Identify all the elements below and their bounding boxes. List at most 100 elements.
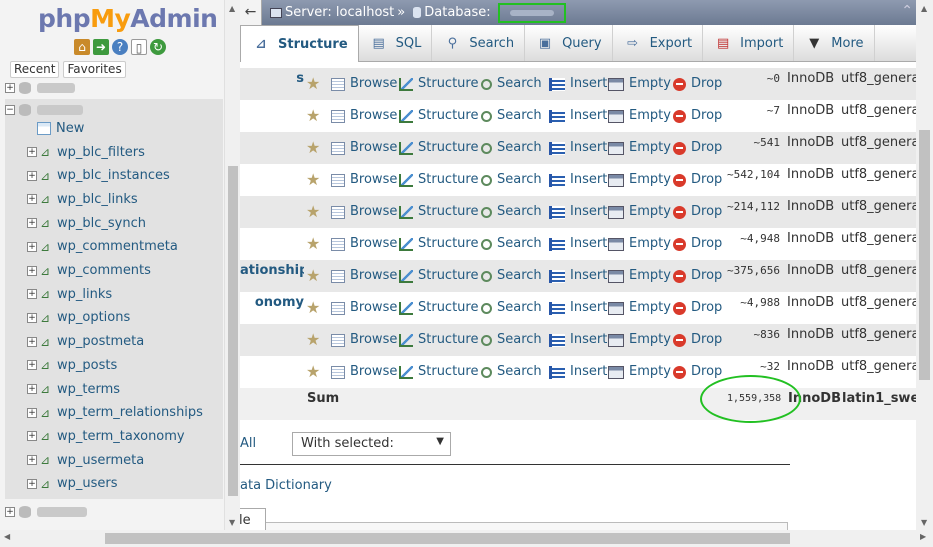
expand-icon[interactable]: +: [5, 83, 15, 93]
insert-action[interactable]: Insert: [549, 324, 607, 356]
table-name-link[interactable]: s: [240, 68, 304, 100]
tab-more[interactable]: ▼ More: [794, 25, 875, 61]
table-structure-icon[interactable]: ⊿: [38, 169, 52, 183]
favorite-star-icon[interactable]: ★: [306, 100, 320, 132]
table-structure-icon[interactable]: ⊿: [38, 192, 52, 206]
insert-action[interactable]: Insert: [549, 164, 607, 196]
search-action[interactable]: Search: [481, 196, 542, 228]
structure-action[interactable]: Structure: [399, 100, 478, 132]
browse-action[interactable]: Browse: [331, 356, 397, 388]
expand-icon[interactable]: +: [27, 336, 37, 347]
table-structure-icon[interactable]: ⊿: [38, 382, 52, 396]
table-structure-icon[interactable]: ⊿: [38, 477, 52, 491]
table-structure-icon[interactable]: ⊿: [38, 216, 52, 230]
search-action[interactable]: Search: [481, 228, 542, 260]
insert-action[interactable]: Insert: [549, 228, 607, 260]
expand-icon[interactable]: +: [27, 384, 37, 394]
scroll-thumb[interactable]: [105, 533, 790, 544]
structure-action[interactable]: Structure: [399, 196, 478, 228]
with-selected-dropdown[interactable]: With selected: ▼: [292, 432, 451, 456]
favorite-star-icon[interactable]: ★: [306, 68, 320, 100]
empty-action[interactable]: Empty: [608, 132, 671, 164]
table-name-link[interactable]: [240, 196, 304, 228]
tab-query[interactable]: ▣ Query: [525, 25, 613, 61]
scroll-up-icon[interactable]: ▲: [921, 4, 927, 13]
browse-action[interactable]: Browse: [331, 100, 397, 132]
empty-action[interactable]: Empty: [608, 260, 671, 292]
tree-table-item[interactable]: + ⊿ wp_blc_instances: [5, 165, 223, 187]
table-structure-icon[interactable]: ⊿: [38, 429, 52, 443]
browse-action[interactable]: Browse: [331, 196, 397, 228]
empty-action[interactable]: Empty: [608, 356, 671, 388]
expand-icon[interactable]: +: [5, 507, 15, 517]
phpmyadmin-logo[interactable]: phpMyAdmin: [38, 4, 218, 33]
insert-action[interactable]: Insert: [549, 196, 607, 228]
favorite-star-icon[interactable]: ★: [306, 228, 320, 260]
table-structure-icon[interactable]: ⊿: [38, 264, 52, 278]
expand-icon[interactable]: +: [27, 170, 37, 181]
tree-table-item[interactable]: + ⊿ wp_blc_links: [5, 188, 223, 210]
table-structure-icon[interactable]: ⊿: [38, 358, 52, 372]
table-name-link[interactable]: [240, 100, 304, 132]
structure-action[interactable]: Structure: [399, 164, 478, 196]
browse-action[interactable]: Browse: [331, 164, 397, 196]
search-action[interactable]: Search: [481, 132, 542, 164]
empty-action[interactable]: Empty: [608, 324, 671, 356]
insert-action[interactable]: Insert: [549, 132, 607, 164]
drop-action[interactable]: Drop: [673, 196, 722, 228]
expand-icon[interactable]: +: [27, 478, 37, 489]
table-name-link[interactable]: [240, 132, 304, 164]
insert-action[interactable]: Insert: [549, 356, 607, 388]
scroll-thumb[interactable]: [919, 130, 930, 380]
favorite-star-icon[interactable]: ★: [306, 196, 320, 228]
table-structure-icon[interactable]: ⊿: [38, 240, 52, 254]
empty-action[interactable]: Empty: [608, 228, 671, 260]
home-icon[interactable]: ⌂: [74, 39, 90, 55]
tree-table-item[interactable]: + ⊿ wp_term_taxonomy: [5, 425, 223, 447]
drop-action[interactable]: Drop: [673, 260, 722, 292]
tree-table-item[interactable]: + ⊿ wp_posts: [5, 354, 223, 376]
empty-action[interactable]: Empty: [608, 100, 671, 132]
table-name-link[interactable]: onomy: [240, 292, 304, 324]
tab-import[interactable]: ▤ Import: [703, 25, 795, 61]
search-action[interactable]: Search: [481, 100, 542, 132]
tab-search[interactable]: ⚲ Search: [432, 25, 526, 61]
tree-table-item[interactable]: + ⊿ wp_commentmeta: [5, 236, 223, 258]
scroll-right-icon[interactable]: ▶: [920, 532, 926, 541]
tab-structure[interactable]: ⊿ Structure: [240, 25, 359, 62]
back-arrow-icon[interactable]: ←: [240, 0, 262, 25]
search-action[interactable]: Search: [481, 292, 542, 324]
browse-action[interactable]: Browse: [331, 68, 397, 100]
table-structure-icon[interactable]: ⊿: [38, 335, 52, 349]
tree-new-table[interactable]: New: [5, 117, 223, 139]
tree-table-item[interactable]: + ⊿ wp_users: [5, 473, 223, 495]
browse-action[interactable]: Browse: [331, 324, 397, 356]
expand-icon[interactable]: +: [27, 360, 37, 371]
drop-action[interactable]: Drop: [673, 324, 722, 356]
insert-action[interactable]: Insert: [549, 292, 607, 324]
tab-export[interactable]: ⇨ Export: [613, 25, 704, 61]
tree-table-item[interactable]: + ⊿ wp_usermeta: [5, 449, 223, 471]
favorites-tab[interactable]: Favorites: [63, 61, 126, 78]
tree-table-item[interactable]: + ⊿ wp_comments: [5, 260, 223, 282]
structure-action[interactable]: Structure: [399, 324, 478, 356]
collapse-topbar-icon[interactable]: ⌃: [901, 3, 913, 19]
expand-icon[interactable]: +: [27, 312, 37, 323]
tree-table-item[interactable]: + ⊿ wp_postmeta: [5, 331, 223, 353]
drop-action[interactable]: Drop: [673, 228, 722, 260]
favorite-star-icon[interactable]: ★: [306, 132, 320, 164]
empty-action[interactable]: Empty: [608, 68, 671, 100]
tree-table-item[interactable]: + ⊿ wp_options: [5, 307, 223, 329]
search-action[interactable]: Search: [481, 356, 542, 388]
insert-action[interactable]: Insert: [549, 100, 607, 132]
table-structure-icon[interactable]: ⊿: [38, 453, 52, 467]
horizontal-scrollbar[interactable]: ◀ ▶: [0, 530, 933, 547]
empty-action[interactable]: Empty: [608, 196, 671, 228]
search-action[interactable]: Search: [481, 324, 542, 356]
insert-action[interactable]: Insert: [549, 260, 607, 292]
breadcrumb-server[interactable]: Server: localhost »: [270, 5, 405, 20]
favorite-star-icon[interactable]: ★: [306, 164, 320, 196]
table-name-link[interactable]: ationships: [240, 260, 304, 292]
tree-db-collapsed[interactable]: +: [5, 501, 223, 523]
browse-action[interactable]: Browse: [331, 132, 397, 164]
